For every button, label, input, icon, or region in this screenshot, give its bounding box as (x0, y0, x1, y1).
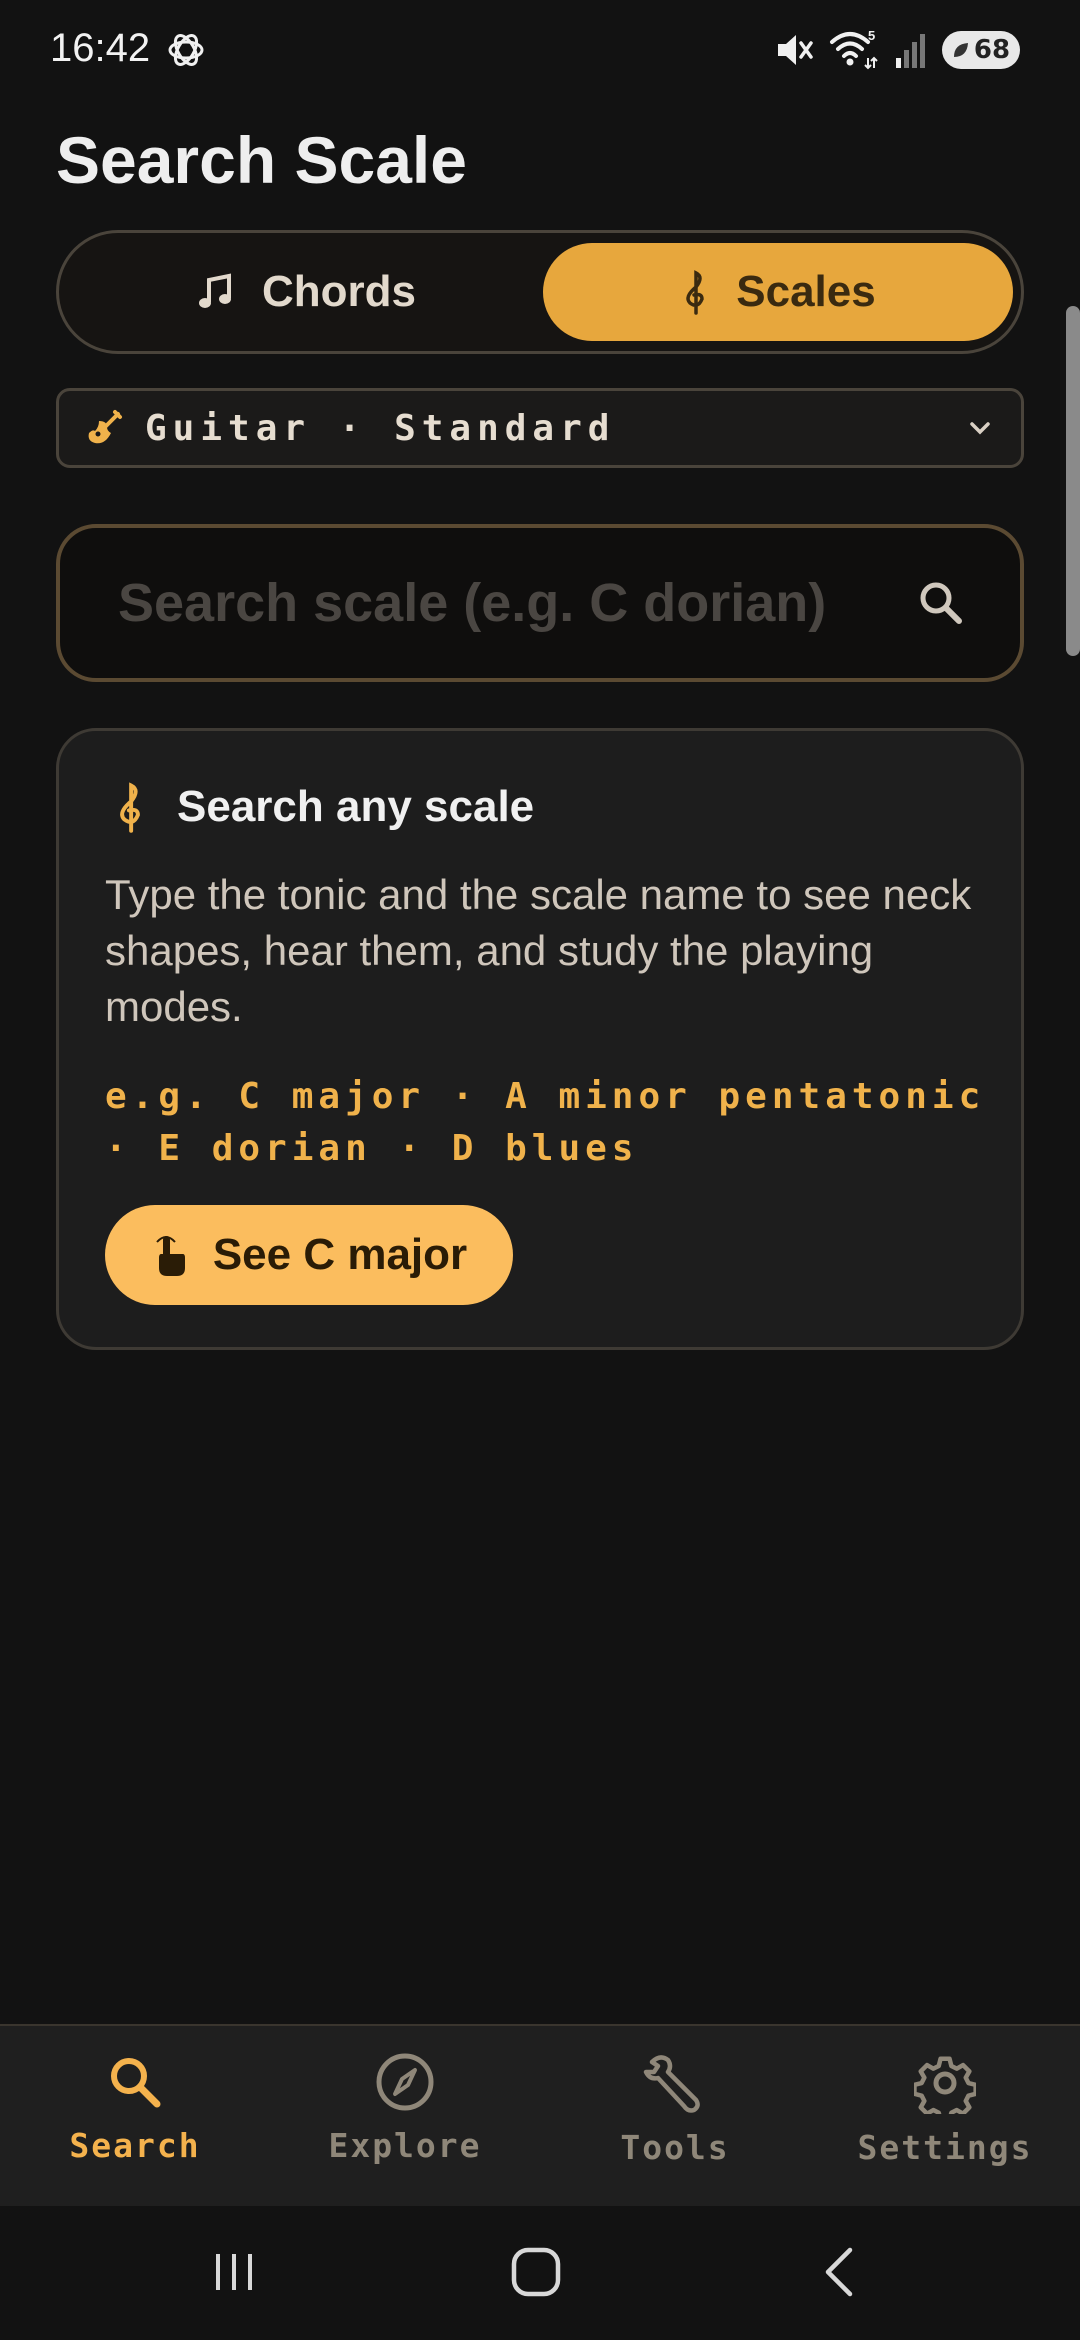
search-input[interactable] (118, 572, 916, 634)
gear-icon (914, 2056, 976, 2114)
card-header: Search any scale (113, 781, 534, 833)
openai-icon (168, 34, 204, 66)
page-title: Search Scale (56, 123, 467, 197)
treble-clef-icon (686, 270, 705, 315)
nav-search[interactable]: Search (25, 2052, 245, 2165)
scales-tab[interactable]: Scales (543, 243, 1013, 341)
guitar-icon (88, 410, 122, 444)
nav-search-label: Search (69, 2126, 201, 2165)
leaf-icon (953, 43, 968, 57)
battery-icon: 68 (942, 31, 1020, 69)
nav-tools-label: Tools (620, 2128, 730, 2167)
nav-explore-label: Explore (328, 2126, 482, 2165)
see-c-major-button[interactable]: See C major (105, 1205, 513, 1305)
instrument-label: Guitar · Standard (145, 407, 616, 449)
mode-toggle: Chords Scales (56, 230, 1024, 354)
instrument-select[interactable]: Guitar · Standard (56, 388, 1024, 468)
wifi-badge: 5 (868, 28, 875, 43)
mute-icon (778, 35, 813, 65)
home-icon[interactable] (508, 2244, 564, 2300)
card-description: Type the tonic and the scale name to see… (105, 871, 972, 1030)
bottom-nav: Search Explore Tools Settings (0, 2024, 1080, 2206)
nav-settings-label: Settings (857, 2128, 1033, 2167)
battery-level: 68 (973, 35, 1011, 65)
signal-icon (896, 34, 925, 68)
chevron-down-icon (970, 422, 990, 435)
recent-apps-icon[interactable] (206, 2244, 262, 2300)
nav-explore[interactable]: Explore (295, 2052, 515, 2165)
music-note-icon (199, 273, 231, 308)
card-title: Search any scale (177, 782, 535, 831)
chords-tab[interactable]: Chords (71, 243, 541, 341)
system-nav-bar (0, 2206, 1080, 2340)
wifi-icon: 5 (830, 28, 878, 70)
back-icon[interactable] (814, 2244, 870, 2300)
compass-icon (376, 2053, 434, 2111)
scales-label: Scales (736, 267, 876, 316)
search-field (56, 524, 1024, 682)
tap-hand-icon (156, 1236, 185, 1276)
scrollbar[interactable] (1066, 306, 1080, 656)
search-icon[interactable] (916, 578, 966, 628)
status-icons: 5 68 (774, 28, 1020, 72)
search-icon (111, 2058, 161, 2108)
cta-label: See C major (212, 1230, 468, 1279)
nav-settings[interactable]: Settings (835, 2052, 1055, 2167)
chords-label: Chords (262, 267, 416, 316)
info-card: Search any scale Type the tonic and the … (56, 728, 1024, 1350)
treble-clef-icon (120, 782, 140, 833)
status-time: 16:42 (50, 26, 151, 70)
nav-tools[interactable]: Tools (565, 2052, 785, 2167)
card-examples: e.g. C major · A minor pentatonic · E do… (105, 1076, 986, 1169)
wrench-icon (643, 2055, 700, 2113)
